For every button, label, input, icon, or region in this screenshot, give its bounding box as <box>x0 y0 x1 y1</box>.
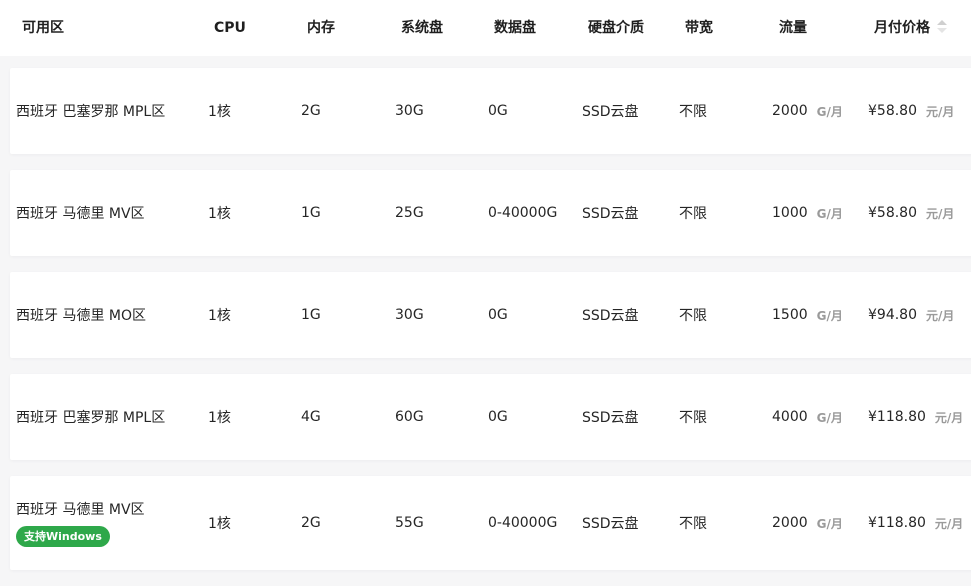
header-monthly-price-label: 月付价格 <box>874 20 930 36</box>
data-disk-cell: 0G <box>488 409 508 425</box>
system-disk-cell: 25G <box>395 205 424 221</box>
traffic-value: 2000 <box>772 103 808 119</box>
price-cell: ¥118.80 元/月 <box>868 476 963 570</box>
price-cell: ¥118.80 元/月 <box>868 374 963 460</box>
zone-name: 西班牙 巴塞罗那 MPL区 <box>16 410 166 426</box>
price-value: ¥118.80 <box>868 409 926 425</box>
header-cpu: CPU <box>214 20 246 36</box>
price-value: ¥58.80 <box>868 205 917 221</box>
disk-type-cell: SSD云盘 <box>582 516 639 532</box>
zone-cell: 西班牙 巴塞罗那 MPL区 <box>16 68 165 154</box>
traffic-unit: G/月 <box>816 516 843 531</box>
cpu-cell: 1核 <box>208 516 231 532</box>
system-disk-cell: 30G <box>395 103 424 119</box>
system-disk-cell: 30G <box>395 307 424 323</box>
price-cell: ¥58.80 元/月 <box>868 68 954 154</box>
zone-name: 西班牙 巴塞罗那 MPL区 <box>16 104 166 120</box>
data-disk-cell: 0-40000G <box>488 205 558 221</box>
memory-cell: 1G <box>301 205 321 221</box>
zone-cell: 西班牙 马德里 MO区 <box>16 272 146 358</box>
memory-cell: 2G <box>301 515 321 531</box>
traffic-value: 4000 <box>772 409 808 425</box>
traffic-cell: 1500 G/月 <box>772 272 843 358</box>
price-unit: 元/月 <box>934 516 964 531</box>
traffic-unit: G/月 <box>816 410 843 425</box>
price-unit: 元/月 <box>926 104 955 119</box>
disk-type-cell: SSD云盘 <box>582 104 639 120</box>
system-disk-cell: 55G <box>395 515 424 531</box>
table-row[interactable]: 西班牙 马德里 MV区 1核 1G 25G 0-40000G SSD云盘 不限 … <box>10 170 971 256</box>
header-data-disk: 数据盘 <box>494 20 536 36</box>
zone-name: 西班牙 马德里 MV区 <box>16 502 145 518</box>
header-disk-type: 硬盘介质 <box>588 20 644 36</box>
sort-caret-icon[interactable] <box>937 20 947 34</box>
cpu-cell: 1核 <box>208 410 231 426</box>
sort-descending-icon <box>937 28 947 33</box>
disk-type-cell: SSD云盘 <box>582 308 639 324</box>
zone-name: 西班牙 马德里 MO区 <box>16 308 146 324</box>
table-row[interactable]: 西班牙 马德里 MV区 支持Windows 1核 2G 55G 0-40000G… <box>10 476 971 570</box>
table-header: 可用区 CPU 内存 系统盘 数据盘 硬盘介质 带宽 流量 月付价格 <box>0 0 971 56</box>
header-system-disk: 系统盘 <box>401 20 443 36</box>
header-traffic: 流量 <box>779 20 807 36</box>
memory-cell: 4G <box>301 409 321 425</box>
bandwidth-cell: 不限 <box>679 308 707 324</box>
bandwidth-cell: 不限 <box>679 206 707 222</box>
memory-cell: 2G <box>301 103 321 119</box>
bandwidth-cell: 不限 <box>679 104 707 120</box>
traffic-unit: G/月 <box>816 206 843 221</box>
price-unit: 元/月 <box>934 410 964 425</box>
sort-ascending-icon <box>937 20 947 25</box>
cpu-cell: 1核 <box>208 308 231 324</box>
zone-cell: 西班牙 马德里 MV区 <box>16 170 145 256</box>
price-value: ¥118.80 <box>868 515 926 531</box>
price-unit: 元/月 <box>926 206 955 221</box>
price-cell: ¥94.80 元/月 <box>868 272 954 358</box>
bandwidth-cell: 不限 <box>679 410 707 426</box>
header-monthly-price[interactable]: 月付价格 <box>874 0 947 56</box>
header-memory: 内存 <box>307 20 335 36</box>
disk-type-cell: SSD云盘 <box>582 410 639 426</box>
data-disk-cell: 0G <box>488 103 508 119</box>
price-unit: 元/月 <box>926 308 955 323</box>
zone-name: 西班牙 马德里 MV区 <box>16 206 145 222</box>
bandwidth-cell: 不限 <box>679 516 707 532</box>
traffic-cell: 1000 G/月 <box>772 170 843 256</box>
table-row[interactable]: 西班牙 巴塞罗那 MPL区 1核 4G 60G 0G SSD云盘 不限 4000… <box>10 374 971 460</box>
traffic-unit: G/月 <box>816 308 843 323</box>
cpu-cell: 1核 <box>208 104 231 120</box>
price-value: ¥58.80 <box>868 103 917 119</box>
traffic-value: 1500 <box>772 307 808 323</box>
traffic-value: 1000 <box>772 205 808 221</box>
traffic-unit: G/月 <box>816 104 843 119</box>
header-zone: 可用区 <box>22 20 64 36</box>
system-disk-cell: 60G <box>395 409 424 425</box>
data-disk-cell: 0-40000G <box>488 515 558 531</box>
price-value: ¥94.80 <box>868 307 917 323</box>
header-bandwidth: 带宽 <box>685 20 713 36</box>
zone-cell: 西班牙 马德里 MV区 支持Windows <box>16 476 145 570</box>
data-disk-cell: 0G <box>488 307 508 323</box>
traffic-cell: 2000 G/月 <box>772 68 843 154</box>
cpu-cell: 1核 <box>208 206 231 222</box>
table-row[interactable]: 西班牙 巴塞罗那 MPL区 1核 2G 30G 0G SSD云盘 不限 2000… <box>10 68 971 154</box>
traffic-value: 2000 <box>772 515 808 531</box>
table-row[interactable]: 西班牙 马德里 MO区 1核 1G 30G 0G SSD云盘 不限 1500 G/… <box>10 272 971 358</box>
zone-cell: 西班牙 巴塞罗那 MPL区 <box>16 374 165 460</box>
price-cell: ¥58.80 元/月 <box>868 170 954 256</box>
traffic-cell: 4000 G/月 <box>772 374 843 460</box>
traffic-cell: 2000 G/月 <box>772 476 843 570</box>
windows-support-badge: 支持Windows <box>16 526 110 547</box>
plan-list: 西班牙 巴塞罗那 MPL区 1核 2G 30G 0G SSD云盘 不限 2000… <box>10 68 971 586</box>
disk-type-cell: SSD云盘 <box>582 206 639 222</box>
memory-cell: 1G <box>301 307 321 323</box>
